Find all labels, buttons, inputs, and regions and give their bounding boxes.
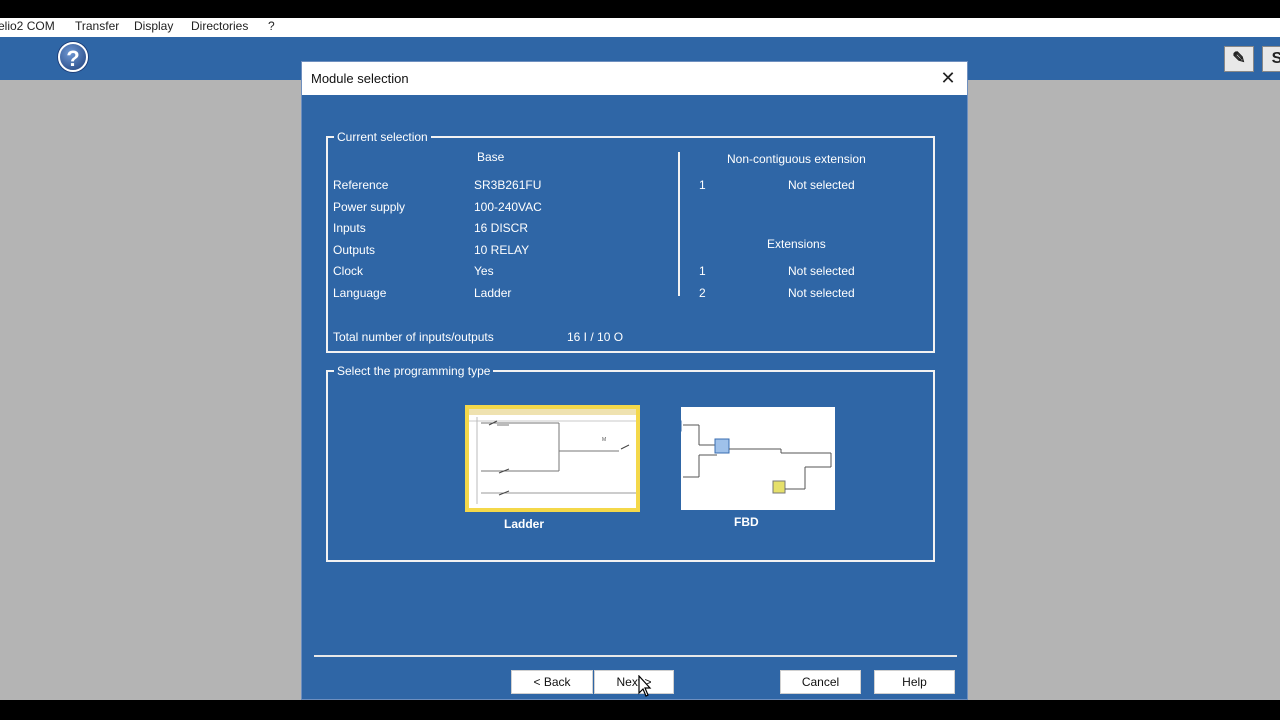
power-supply-value: 100-240VAC [474, 200, 542, 214]
base-header: Base [477, 150, 505, 164]
svg-text:M: M [602, 437, 606, 443]
simulation-tool-icon[interactable]: S [1262, 46, 1280, 72]
fbd-label[interactable]: FBD [734, 515, 759, 529]
footer-separator [314, 655, 957, 657]
non-contiguous-header: Non-contiguous extension [727, 152, 866, 166]
help-question-icon[interactable]: ? [58, 42, 88, 72]
language-label: Language [333, 286, 387, 300]
ladder-option[interactable]: M [465, 405, 640, 512]
bottom-bar [0, 700, 1280, 720]
extensions-header: Extensions [767, 237, 826, 251]
menu-help[interactable]: ? [268, 19, 275, 33]
inputs-value: 16 DISCR [474, 221, 529, 235]
power-supply-label: Power supply [333, 200, 406, 214]
outputs-value: 10 RELAY [474, 243, 530, 257]
dialog-titlebar[interactable]: Module selection ✕ [302, 62, 967, 95]
fbd-option[interactable] [670, 407, 835, 510]
menu-elio2-com[interactable]: elio2 COM [0, 19, 55, 33]
module-selection-dialog: Module selection ✕ Current selection Bas… [301, 61, 968, 700]
language-value: Ladder [474, 286, 512, 300]
outputs-label: Outputs [333, 243, 376, 257]
fbd-diagram-icon [670, 407, 835, 510]
total-io-label: Total number of inputs/outputs [333, 330, 494, 344]
clock-value: Yes [474, 264, 494, 278]
next-button[interactable]: Next > [594, 670, 674, 694]
extension-2-status: Not selected [788, 286, 855, 300]
mouse-cursor-icon [638, 675, 652, 697]
menu-display[interactable]: Display [134, 19, 173, 33]
menu-transfer[interactable]: Transfer [75, 19, 119, 33]
programming-type-legend: Select the programming type [334, 363, 494, 379]
extension-2-index: 2 [699, 286, 706, 300]
menu-directories[interactable]: Directories [191, 19, 248, 33]
extension-1-index: 1 [699, 264, 706, 278]
back-button[interactable]: < Back [511, 670, 593, 694]
non-contiguous-status: Not selected [788, 178, 855, 192]
dialog-title: Module selection [311, 71, 409, 86]
non-contiguous-index: 1 [699, 178, 706, 192]
close-icon[interactable]: ✕ [937, 67, 959, 89]
reference-value: SR3B261FU [474, 178, 542, 192]
help-button[interactable]: Help [874, 670, 955, 694]
ladder-diagram-preview: M [469, 409, 636, 508]
programming-type-group: Select the programming type M Ladder FBD [326, 363, 935, 562]
ladder-diagram-icon: M [469, 409, 636, 504]
reference-label: Reference [333, 178, 389, 192]
clock-label: Clock [333, 264, 364, 278]
current-selection-legend: Current selection [334, 129, 431, 145]
app-menubar: elio2 COM Transfer Display Directories ? [0, 18, 1280, 37]
total-io-value: 16 I / 10 O [567, 330, 624, 344]
edit-tool-icon[interactable]: ✎ [1224, 46, 1254, 72]
current-selection-group: Current selection Base Reference SR3B261… [326, 129, 935, 353]
inputs-label: Inputs [333, 221, 366, 235]
section-divider [678, 152, 680, 296]
extension-1-status: Not selected [788, 264, 855, 278]
ladder-label[interactable]: Ladder [504, 517, 544, 531]
cancel-button[interactable]: Cancel [780, 670, 861, 694]
screen: elio2 COM Transfer Display Directories ?… [0, 0, 1280, 720]
